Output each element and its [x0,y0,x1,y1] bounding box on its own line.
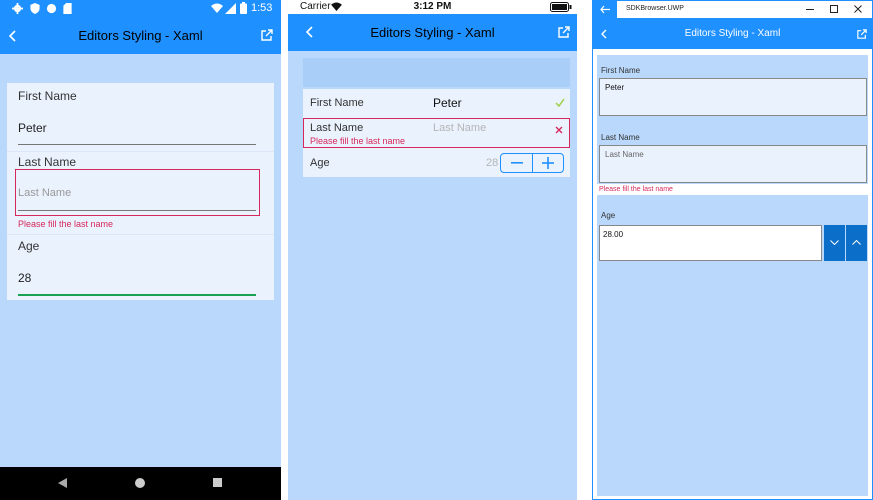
ios-page-title: Editors Styling - Xaml [370,25,495,40]
android-status-bar: 1:53 [0,0,281,17]
last-name-input[interactable]: Last Name [433,122,486,134]
android-nav-bar [0,467,281,500]
last-name-label: Last Name [18,155,77,169]
shield-icon [30,3,40,14]
open-external-icon[interactable] [261,29,273,41]
error-strip: Please fill the last name [593,184,868,195]
checkmark-icon [555,98,565,107]
last-name-error-text: Please fill the last name [599,186,673,193]
last-name-error-border: Last Name Last Name Please fill the last… [303,118,570,148]
age-stepper [500,153,564,173]
age-label: Age [18,239,40,253]
signal-icon [225,3,236,14]
android-header-strip [7,61,274,83]
uwp-title-bar: SDKBrowser.UWP [593,1,872,18]
age-input[interactable]: 28 [486,157,498,169]
nav-back-triangle-icon[interactable] [58,478,67,488]
uwp-app-bar: Editors Styling - Xaml [593,18,872,49]
close-x-icon[interactable] [555,126,563,134]
window-close-icon[interactable] [854,5,862,13]
age-label: Age [310,157,330,169]
maximize-icon[interactable] [830,5,838,13]
battery-icon [240,2,247,14]
nav-recents-square-icon[interactable] [213,478,222,487]
first-name-value: Peter [605,83,625,92]
back-button[interactable] [593,1,617,18]
ios-form: First Name Peter Last Name Last Name Ple… [303,89,570,177]
age-increment-button[interactable] [846,225,867,261]
sd-card-icon [63,3,72,14]
window-title: SDKBrowser.UWP [626,5,684,12]
open-external-icon[interactable] [857,29,867,39]
age-label: Age [601,211,616,220]
last-name-label: Last Name [601,133,640,142]
last-name-error-text: Please fill the last name [18,219,114,229]
divider [7,151,274,152]
open-external-icon[interactable] [558,26,570,38]
first-name-input[interactable]: Peter [18,121,47,135]
last-name-underline [18,210,256,211]
circle-icon [46,3,57,14]
age-decrement-button[interactable] [824,225,845,261]
wifi-icon [211,3,223,13]
first-name-input[interactable]: Peter [433,96,462,110]
ios-screen: Carrier 3:12 PM Editors Styling - Xaml F… [288,0,577,500]
age-focus-underline [18,294,256,296]
chevron-down-icon [830,240,839,245]
android-page-title: Editors Styling - Xaml [78,28,203,43]
back-arrow-icon [600,5,610,14]
ios-nav-bar: Editors Styling - Xaml [288,14,577,51]
stepper-divider [532,154,533,172]
first-name-label: First Name [18,89,77,103]
first-name-label: First Name [310,97,364,109]
uwp-window: SDKBrowser.UWP Editors Styling - Xaml Fi… [592,0,873,500]
gear-icon [12,3,23,14]
ios-clock: 3:12 PM [413,1,452,12]
last-name-label: Last Name [310,122,364,134]
android-screen: 1:53 Editors Styling - Xaml First Name P… [0,0,281,500]
last-name-placeholder: Last Name [605,150,644,159]
minimize-icon[interactable] [806,9,814,10]
first-name-input[interactable]: Peter [599,78,867,116]
ios-status-bar: Carrier 3:12 PM [288,0,577,14]
battery-icon [550,2,572,12]
last-name-input[interactable]: Last Name [599,145,867,183]
android-app-bar: Editors Styling - Xaml [0,17,281,54]
last-name-error-text: Please fill the last name [310,136,406,146]
chevron-up-icon [852,240,861,245]
nav-home-circle-icon[interactable] [135,478,145,488]
android-form: First Name Peter Last Name Last Name Ple… [7,83,274,300]
uwp-page-title: Editors Styling - Xaml [684,28,781,39]
uwp-form: First Name Peter Last Name Last Name Ple… [593,55,868,496]
first-name-underline [18,144,256,145]
first-name-label: First Name [601,66,641,75]
last-name-input[interactable]: Last Name [18,187,71,199]
android-clock: 1:53 [251,2,273,14]
age-value: 28.00 [603,230,624,239]
divider [7,234,274,235]
plus-icon[interactable] [542,157,554,169]
ios-header-strip [303,58,570,87]
minus-icon[interactable] [511,162,523,164]
age-input[interactable]: 28 [18,271,31,285]
age-input[interactable]: 28.00 [599,225,822,261]
